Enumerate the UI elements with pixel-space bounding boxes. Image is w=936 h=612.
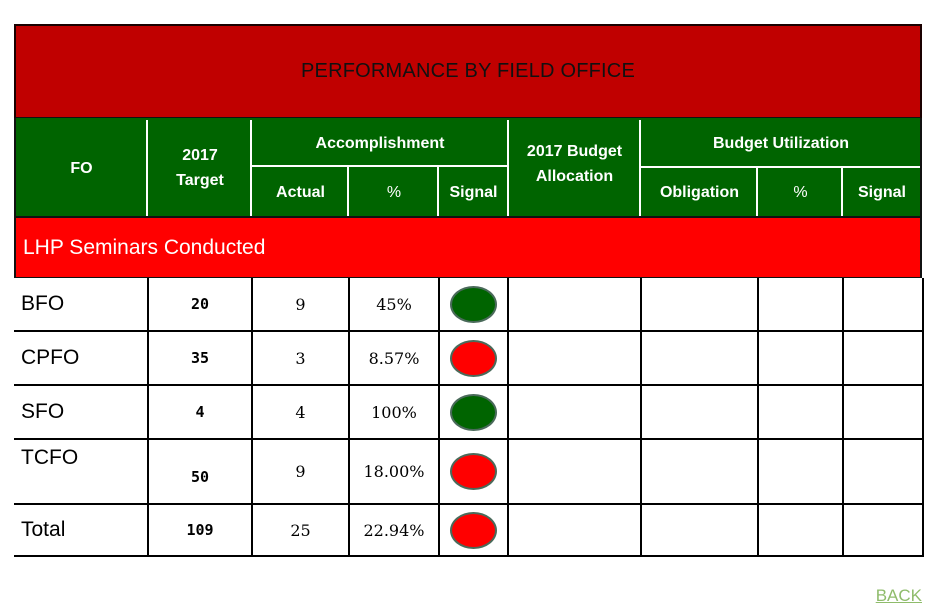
cell-obligation xyxy=(642,505,759,557)
cell-obligation xyxy=(642,386,759,440)
header-divider xyxy=(639,120,641,216)
cell-signal xyxy=(440,386,509,440)
cell-signal xyxy=(440,440,509,505)
header-bu-pct: % xyxy=(759,169,842,216)
cell-signal xyxy=(440,332,509,386)
header-bu-signal: Signal xyxy=(844,169,920,216)
header-divider xyxy=(250,120,252,216)
cell-actual: 3 xyxy=(253,332,350,386)
cell-target: 35 xyxy=(149,332,253,386)
signal-red-icon xyxy=(450,339,497,377)
cell-obligation xyxy=(642,332,759,386)
back-link[interactable]: BACK xyxy=(876,586,922,606)
cell-pct: 22.94% xyxy=(350,505,440,557)
cell-obligation xyxy=(642,440,759,505)
header-fo: FO xyxy=(16,120,147,216)
header-accomplishment: Accomplishment xyxy=(253,120,507,166)
cell-pct: 18.00% xyxy=(350,440,440,505)
cell-bu-pct xyxy=(759,386,844,440)
header-divider xyxy=(252,165,507,167)
header-target-line1: 2017 xyxy=(182,147,218,164)
header-divider xyxy=(756,168,758,216)
header-budget-line1: 2017 Budget xyxy=(526,143,623,160)
cell-budget xyxy=(509,332,642,386)
cell-bu-signal xyxy=(844,278,924,332)
cell-target: 4 xyxy=(149,386,253,440)
cell-bu-pct xyxy=(759,332,844,386)
cell-budget xyxy=(509,440,642,505)
cell-bu-signal xyxy=(844,505,924,557)
header-actual: Actual xyxy=(253,168,348,216)
section-title: LHP Seminars Conducted xyxy=(23,235,266,259)
cell-fo: CPFO xyxy=(14,332,149,386)
header-acc-pct: % xyxy=(350,168,438,216)
cell-bu-pct xyxy=(759,505,844,557)
cell-pct: 100% xyxy=(350,386,440,440)
signal-red-icon xyxy=(450,453,497,490)
cell-fo: SFO xyxy=(14,386,149,440)
header-obligation: Obligation xyxy=(642,169,757,216)
header-target-line2: Target xyxy=(176,172,224,189)
cell-budget xyxy=(509,278,642,332)
cell-pct: 8.57% xyxy=(350,332,440,386)
header-divider xyxy=(507,120,509,216)
header-divider xyxy=(841,168,843,216)
header-target: 2017 Target xyxy=(149,120,251,216)
cell-target: 20 xyxy=(149,278,253,332)
cell-obligation xyxy=(642,278,759,332)
header-divider xyxy=(437,167,439,216)
cell-signal xyxy=(440,505,509,557)
cell-actual: 9 xyxy=(253,278,350,332)
page-title: PERFORMANCE BY FIELD OFFICE xyxy=(301,60,635,82)
cell-pct: 45% xyxy=(350,278,440,332)
cell-bu-signal xyxy=(844,440,924,505)
cell-bu-signal xyxy=(844,332,924,386)
data-table: BFO 20 9 45% CPFO 35 3 8.57% SFO 4 4 100% TCFO 50 9 18.… xyxy=(14,278,924,557)
cell-budget xyxy=(509,505,642,557)
header-divider xyxy=(146,120,148,216)
header-divider xyxy=(347,167,349,216)
header-acc-signal: Signal xyxy=(440,168,507,216)
cell-target: 50 xyxy=(149,440,253,505)
cell-bu-pct xyxy=(759,278,844,332)
header-divider xyxy=(641,166,920,168)
header-budget-utilization: Budget Utilization xyxy=(642,120,920,167)
cell-fo: TCFO xyxy=(14,440,149,505)
cell-fo: BFO xyxy=(14,278,149,332)
cell-signal xyxy=(440,278,509,332)
cell-actual: 25 xyxy=(253,505,350,557)
cell-bu-pct xyxy=(759,440,844,505)
cell-target: 109 xyxy=(149,505,253,557)
header-budget-line2: Allocation xyxy=(535,168,614,185)
cell-bu-signal xyxy=(844,386,924,440)
cell-fo: Total xyxy=(14,505,149,557)
cell-actual: 9 xyxy=(253,440,350,505)
signal-green-icon xyxy=(450,393,497,431)
cell-budget xyxy=(509,386,642,440)
header-budget-allocation: 2017 Budget Allocation xyxy=(509,120,640,216)
page-title-bar: PERFORMANCE BY FIELD OFFICE xyxy=(14,24,922,119)
section-header: LHP Seminars Conducted xyxy=(14,216,922,279)
signal-red-icon xyxy=(450,511,497,549)
cell-actual: 4 xyxy=(253,386,350,440)
signal-green-icon xyxy=(450,285,497,323)
